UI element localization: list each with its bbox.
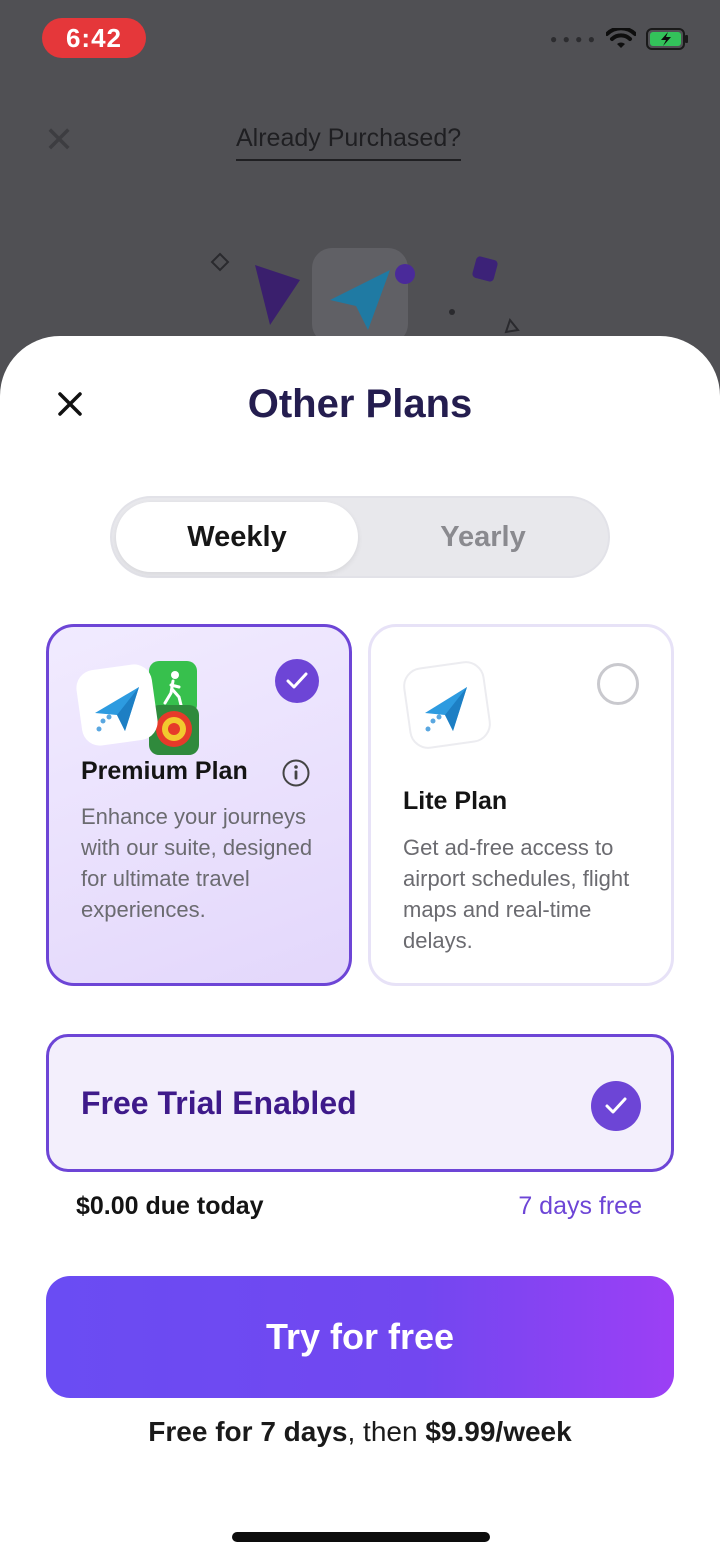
lite-radio-button[interactable]	[597, 663, 639, 705]
pricing-trial-period: Free for 7 days	[148, 1416, 348, 1447]
free-trial-label: Free Trial Enabled	[81, 1085, 357, 1121]
cellular-signal-icon: ● ● ● ●	[550, 32, 596, 46]
days-free-text: 7 days free	[518, 1192, 642, 1220]
pricing-terms: Free for 7 days, then $9.99/week	[0, 1416, 720, 1448]
wifi-icon	[606, 28, 636, 48]
premium-plan-description: Enhance your journeys with our suite, de…	[81, 804, 313, 922]
battery-charging-icon	[646, 28, 688, 50]
pricing-price: $9.99/week	[425, 1416, 572, 1447]
home-indicator[interactable]	[232, 1532, 490, 1542]
billing-period-toggle: Weekly Yearly	[110, 496, 610, 578]
other-plans-sheet: Other Plans Weekly Yearly Premium Plan E…	[0, 336, 720, 1560]
premium-app-icons	[76, 661, 199, 755]
sheet-title: Other Plans	[247, 382, 473, 426]
lite-app-icon	[403, 661, 491, 749]
free-trial-toggle[interactable]: Free Trial Enabled	[46, 1034, 674, 1172]
already-purchased-link: Already Purchased?	[236, 124, 462, 161]
premium-selected-check-icon	[275, 659, 319, 703]
status-icons: ● ● ● ●	[550, 28, 690, 50]
app-hero-illustration	[210, 248, 520, 344]
lite-plan-title: Lite Plan	[403, 787, 508, 815]
lite-plan-card[interactable]: Lite Plan Get ad-free access to airport …	[368, 624, 674, 986]
pricing-connector: , then	[347, 1416, 426, 1447]
try-for-free-button[interactable]: Try for free	[46, 1276, 674, 1398]
lite-plan-description: Get ad-free access to airport schedules,…	[403, 835, 630, 953]
status-time: 6:42	[42, 18, 146, 58]
tab-yearly[interactable]: Yearly	[362, 502, 604, 572]
free-trial-check-icon	[591, 1081, 641, 1131]
background-close-icon: ✕	[44, 119, 75, 160]
premium-plan-title: Premium Plan	[81, 757, 248, 785]
tab-weekly[interactable]: Weekly	[116, 502, 358, 572]
info-icon[interactable]	[281, 758, 311, 788]
premium-plan-card[interactable]: Premium Plan Enhance your journeys with …	[46, 624, 352, 986]
due-today-text: $0.00 due today	[76, 1192, 264, 1220]
